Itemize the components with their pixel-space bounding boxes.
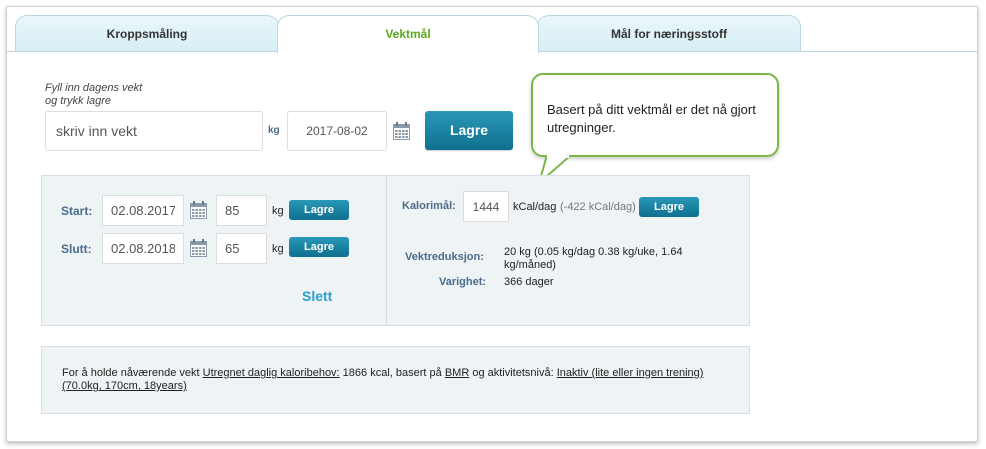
calorie-goal-label: Kalorimål: — [402, 200, 456, 212]
calorie-goal-unit: kCal/dag — [513, 201, 557, 213]
info-mid1: 1866 kcal, basert på — [339, 367, 445, 379]
info-mid2: og aktivitetsnivå: — [469, 367, 557, 379]
body-stats-link[interactable]: (70.0kg, 170cm, 18years) — [62, 380, 187, 392]
weight-unit-label: kg — [268, 125, 280, 136]
delete-goal-link[interactable]: Slett — [302, 288, 332, 304]
save-end-button[interactable]: Lagre — [289, 237, 349, 257]
end-weight-unit: kg — [272, 243, 284, 255]
end-weight-input[interactable] — [216, 233, 267, 264]
activity-level-link[interactable]: Inaktiv (lite eller ingen trening) — [557, 367, 704, 379]
weight-reduction-value: 20 kg (0.05 kg/dag 0.38 kg/uke, 1.64 kg/… — [504, 246, 683, 272]
bmr-link[interactable]: BMR — [445, 367, 469, 379]
info-tooltip: Basert på ditt vektmål er det nå gjort u… — [531, 73, 779, 157]
end-label: Slutt: — [61, 242, 92, 256]
weight-hint-line1: Fyll inn dagens vekt — [45, 82, 143, 94]
start-calendar-icon[interactable] — [190, 201, 207, 219]
calorie-goal-input[interactable] — [463, 191, 509, 222]
start-weight-input[interactable] — [216, 195, 267, 226]
save-start-button[interactable]: Lagre — [289, 200, 349, 220]
tab-bar: Kroppsmåling Vektmål Mål for næringsstof… — [7, 7, 977, 53]
info-prefix: For å holde nåværende vekt — [62, 367, 203, 379]
tab-vektmal[interactable]: Vektmål — [277, 15, 539, 53]
weight-reduction-line2: kg/måned) — [504, 259, 556, 271]
tab-kroppsmaling[interactable]: Kroppsmåling — [15, 15, 279, 52]
calorie-goal-delta: (-422 kCal/dag) — [560, 201, 636, 213]
weight-hint-line2: og trykk lagre — [45, 95, 112, 107]
end-calendar-icon[interactable] — [190, 239, 207, 257]
end-date-input[interactable] — [102, 233, 184, 264]
duration-value: 366 dager — [504, 276, 554, 288]
calendar-icon[interactable] — [393, 122, 410, 140]
duration-label: Varighet: — [439, 276, 487, 288]
panel-divider — [386, 175, 387, 326]
weight-reduction-label: Vektreduksjon: — [405, 251, 484, 263]
calorie-need-link[interactable]: Utregnet daglig kaloribehov: — [203, 367, 340, 379]
maintenance-info-box: For å holde nåværende vekt Utregnet dagl… — [41, 346, 750, 414]
weight-hint: Fyll inn dagens vekt og trykk lagre — [45, 82, 205, 108]
app-frame: Kroppsmåling Vektmål Mål for næringsstof… — [6, 6, 978, 442]
save-weight-button[interactable]: Lagre — [425, 111, 513, 150]
weight-input[interactable] — [45, 111, 263, 151]
start-label: Start: — [61, 204, 93, 218]
save-calorie-goal-button[interactable]: Lagre — [639, 197, 699, 217]
date-input[interactable] — [287, 111, 387, 151]
start-date-input[interactable] — [102, 195, 184, 226]
weight-reduction-line1: 20 kg (0.05 kg/dag 0.38 kg/uke, 1.64 — [504, 246, 683, 258]
tab-mal-for-naeringsstoff[interactable]: Mål for næringsstoff — [537, 15, 801, 52]
start-weight-unit: kg — [272, 205, 284, 217]
